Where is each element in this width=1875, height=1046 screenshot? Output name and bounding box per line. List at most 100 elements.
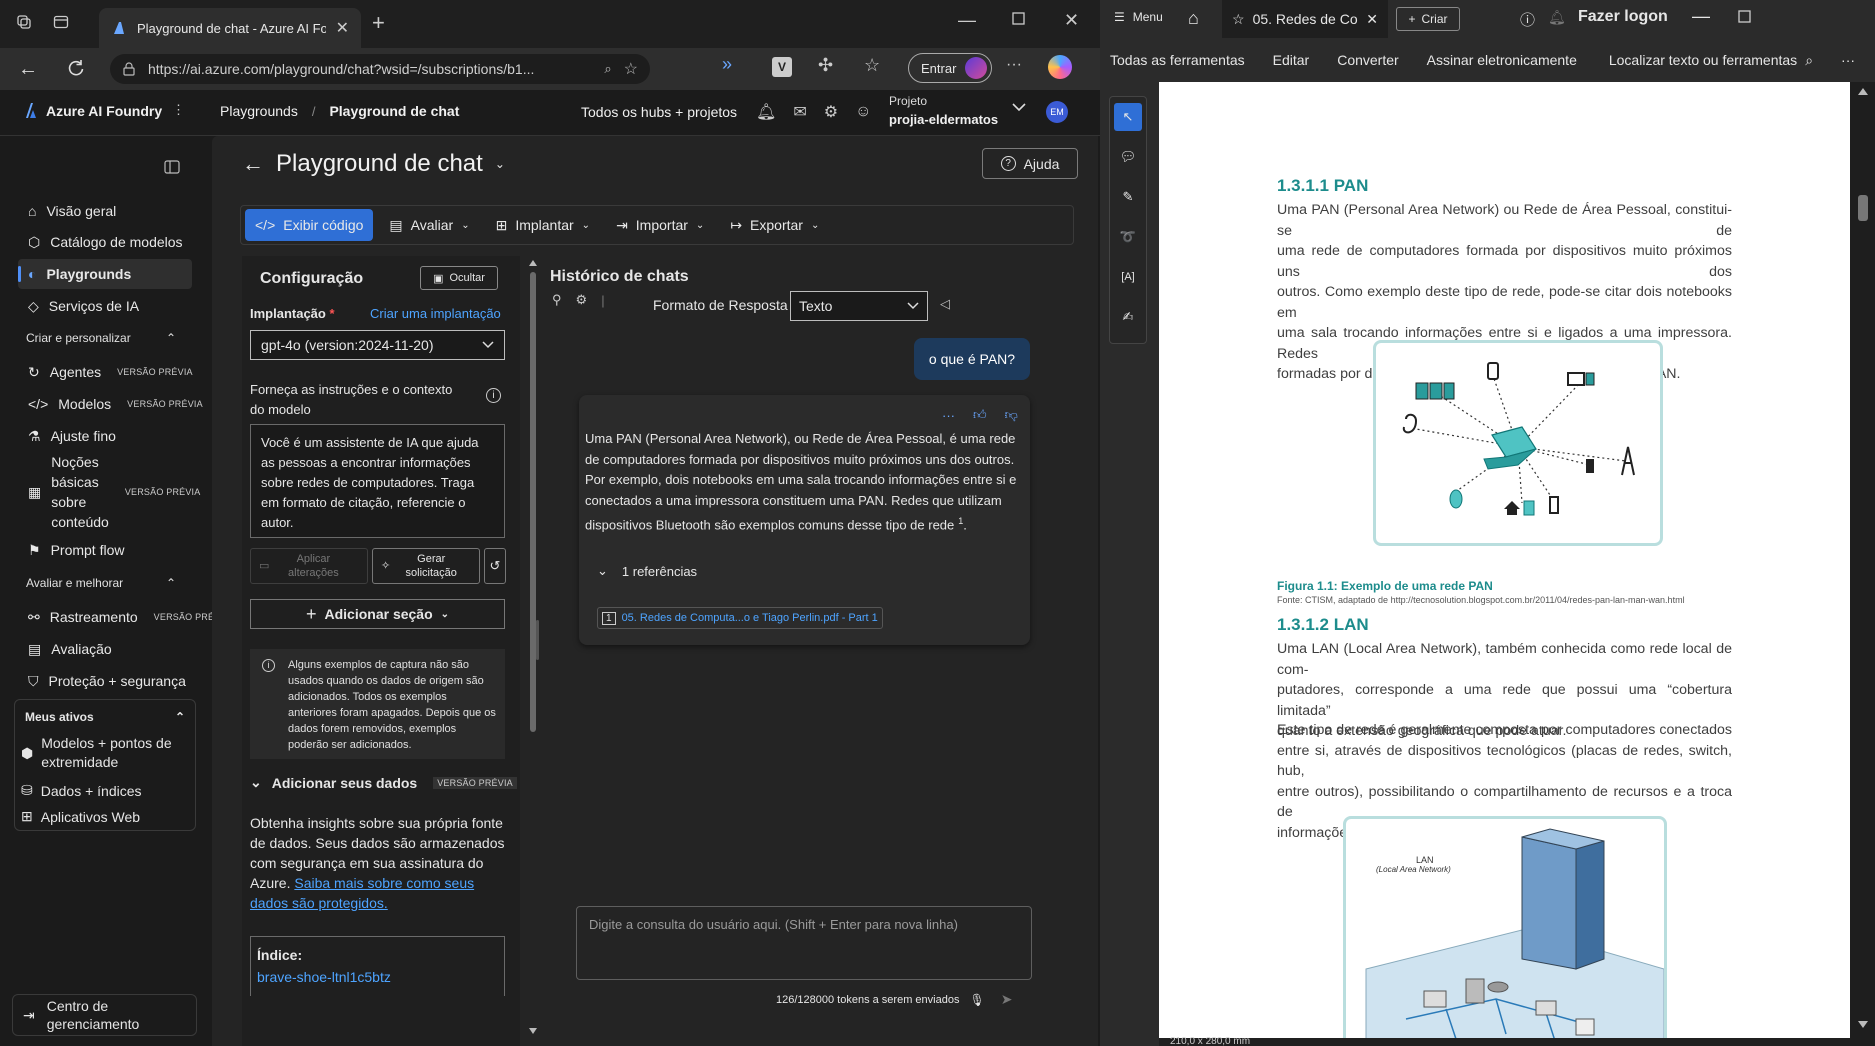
- settings-icon[interactable]: ⚙︎: [576, 292, 588, 308]
- sidebar-item-ai-services[interactable]: ◇ Serviços de IA: [18, 292, 192, 320]
- close-tab-icon[interactable]: ✕: [1366, 11, 1378, 28]
- lasso-icon[interactable]: ➰: [1114, 223, 1142, 251]
- feedback-icon[interactable]: ✉︎: [793, 102, 806, 122]
- sidebar-item-playgrounds[interactable]: ◐ Playgrounds: [18, 259, 192, 289]
- extension-v-icon[interactable]: V: [772, 57, 792, 77]
- convert-button[interactable]: Converter: [1337, 52, 1398, 68]
- more-vertical-icon[interactable]: ⋮: [172, 102, 185, 118]
- favorites-icon[interactable]: ☆: [864, 55, 880, 76]
- sidebar-item-safety[interactable]: ⛉ Proteção + segurança: [18, 667, 192, 695]
- breadcrumb-playgrounds[interactable]: Playgrounds: [220, 103, 298, 119]
- apply-changes-button[interactable]: ▭ Aplicar alterações: [250, 548, 368, 584]
- collapse-sidebar-icon[interactable]: [164, 160, 180, 174]
- text-select-icon[interactable]: [A]: [1114, 263, 1142, 291]
- refresh-icon[interactable]: [66, 58, 86, 78]
- more-icon[interactable]: ···: [942, 408, 955, 423]
- close-window-icon[interactable]: ✕: [1064, 10, 1079, 31]
- section-eval[interactable]: Avaliar e melhorar ⌃: [26, 573, 176, 593]
- chevron-down-icon[interactable]: [1012, 102, 1026, 112]
- all-tools-button[interactable]: Todas as ferramentas: [1110, 52, 1245, 68]
- sign-icon[interactable]: ✍︎: [1114, 303, 1142, 331]
- add-data-toggle[interactable]: ⌄ Adicionar seus dados VERSÃO PRÉVIA: [250, 774, 517, 791]
- workspaces-icon[interactable]: [16, 14, 32, 30]
- instructions-textarea[interactable]: Você é um assistente de IA que ajuda as …: [250, 424, 505, 538]
- find-field[interactable]: Localizar texto ou ferramentas ⌕: [1609, 52, 1813, 69]
- deployment-select[interactable]: gpt-4o (version:2024-11-20): [250, 330, 505, 360]
- hide-button[interactable]: ▣ Ocultar: [420, 266, 498, 290]
- sidebar-item-content-understanding[interactable]: ▦ Noções básicas sobre conteúdo VERSÃO PRÉ…: [18, 452, 200, 532]
- sidebar-item-tracing[interactable]: ⚯ Rastreamento VERSÃO PRÉ: [18, 603, 214, 631]
- user-query-input[interactable]: Digite a consulta do usuário aqui. (Shif…: [576, 906, 1032, 980]
- tab-actions-icon[interactable]: [53, 14, 69, 30]
- send-icon[interactable]: ➤: [1001, 991, 1013, 1008]
- back-icon[interactable]: ←: [18, 58, 38, 81]
- index-value[interactable]: brave-shoe-ltnl1c5btz: [257, 969, 498, 985]
- reference-chip[interactable]: 1 05. Redes de Computa...o e Tiago Perli…: [597, 607, 883, 629]
- close-tab-icon[interactable]: ✕: [336, 18, 349, 38]
- settings-icon[interactable]: ⚙︎: [824, 102, 838, 122]
- info-icon[interactable]: i: [486, 388, 501, 403]
- url-field[interactable]: https://ai.azure.com/playground/chat?wsi…: [110, 54, 650, 84]
- more-icon[interactable]: ···: [1841, 52, 1855, 68]
- panel-resize-handle[interactable]: [536, 620, 539, 660]
- browser-tab-active[interactable]: Playground de chat - Azure AI Fo ✕: [99, 8, 361, 48]
- favorite-star-icon[interactable]: ☆: [624, 59, 638, 79]
- microphone-icon[interactable]: 🎙︎: [969, 993, 984, 1007]
- management-center-button[interactable]: ⇥ Centro de gerenciamento: [12, 994, 197, 1036]
- all-hubs-link[interactable]: Todos os hubs + projetos: [581, 104, 737, 120]
- sign-in-button[interactable]: Entrar: [908, 53, 992, 83]
- chevron-down-icon[interactable]: ⌄: [495, 157, 505, 171]
- export-button[interactable]: ↦ Exportar ⌄: [720, 209, 829, 241]
- back-arrow-icon[interactable]: ←: [242, 151, 264, 177]
- citation-marker[interactable]: 1: [958, 516, 963, 526]
- user-avatar[interactable]: EM: [1046, 101, 1068, 123]
- azure-brand[interactable]: Azure AI Foundry: [24, 102, 162, 120]
- create-button[interactable]: + Criar: [1396, 7, 1460, 31]
- extensions-icon[interactable]: ✣: [818, 55, 833, 76]
- more-icon[interactable]: ···: [1006, 56, 1022, 74]
- help-icon[interactable]: ⓘ: [1520, 9, 1535, 30]
- sidebar-item-evaluation[interactable]: ▤ Avaliação: [18, 635, 192, 663]
- references-toggle[interactable]: ⌄ 1 referências: [597, 563, 697, 579]
- add-section-button[interactable]: + Adicionar seção ⌄: [250, 599, 505, 629]
- copilot-icon[interactable]: [1048, 55, 1072, 79]
- maximize-icon[interactable]: [1738, 10, 1752, 24]
- minimize-icon[interactable]: —: [1692, 6, 1710, 27]
- sidebar-item-model-endpoints[interactable]: ⬢ Modelos + pontos de extremidade: [21, 734, 191, 772]
- maximize-icon[interactable]: [1012, 12, 1026, 26]
- create-deployment-link[interactable]: Criar uma implantação: [370, 306, 501, 321]
- section-assets[interactable]: Meus ativos ⌃: [25, 710, 185, 724]
- esign-button[interactable]: Assinar eletronicamente: [1427, 52, 1577, 68]
- select-cursor-icon[interactable]: ↖: [1114, 103, 1142, 131]
- sidebar-item-agents[interactable]: ↻ Agentes VERSÃO PRÉVIA: [18, 358, 193, 386]
- menu-button[interactable]: ☰ Menu: [1114, 10, 1163, 24]
- response-format-select[interactable]: Texto: [790, 291, 928, 321]
- reference-link[interactable]: 05. Redes de Computa...o e Tiago Perlin.…: [622, 612, 878, 624]
- sign-in-link[interactable]: Fazer logon: [1578, 8, 1668, 26]
- pen-icon[interactable]: ✎: [1114, 183, 1142, 211]
- help-button[interactable]: ? Ajuda: [982, 148, 1078, 179]
- sidebar-item-overview[interactable]: ⌂ Visão geral: [18, 197, 192, 225]
- sidebar-item-webapps[interactable]: ⊞ Aplicativos Web: [21, 808, 191, 825]
- sidebar-item-data[interactable]: ⛁ Dados + índices: [21, 782, 191, 799]
- generate-prompt-button[interactable]: ✧ Gerar solicitação: [372, 548, 480, 584]
- copilot-arrows-icon[interactable]: »: [722, 54, 732, 75]
- comment-icon[interactable]: 💬︎: [1114, 143, 1142, 171]
- thumbs-down-icon[interactable]: 👎︎: [1005, 407, 1018, 423]
- sidebar-item-models[interactable]: </> Modelos VERSÃO PRÉVIA: [18, 390, 203, 418]
- sidebar-item-catalog[interactable]: ⬡ Catálogo de modelos: [18, 228, 192, 256]
- sidebar-item-promptflow[interactable]: ⚑ Prompt flow: [18, 536, 192, 564]
- home-icon[interactable]: ⌂: [1188, 8, 1199, 29]
- reset-button[interactable]: ↺: [484, 548, 506, 584]
- broom-icon[interactable]: ⚲: [552, 292, 562, 308]
- deploy-button[interactable]: ⊞ Implantar ⌄: [486, 209, 600, 241]
- new-tab-icon[interactable]: +: [372, 10, 385, 36]
- minimize-icon[interactable]: —: [958, 10, 976, 31]
- smiley-icon[interactable]: ☺︎: [855, 103, 871, 121]
- evaluate-button[interactable]: ▤ Avaliar ⌄: [379, 209, 479, 241]
- import-button[interactable]: ⇥ Importar ⌄: [606, 209, 714, 241]
- sidebar-item-finetune[interactable]: ⚗ Ajuste fino: [18, 422, 192, 450]
- pdf-scrollbar[interactable]: [1850, 82, 1875, 1046]
- bell-icon[interactable]: 🔔︎: [756, 102, 776, 122]
- section-create[interactable]: Criar e personalizar ⌃: [26, 328, 176, 348]
